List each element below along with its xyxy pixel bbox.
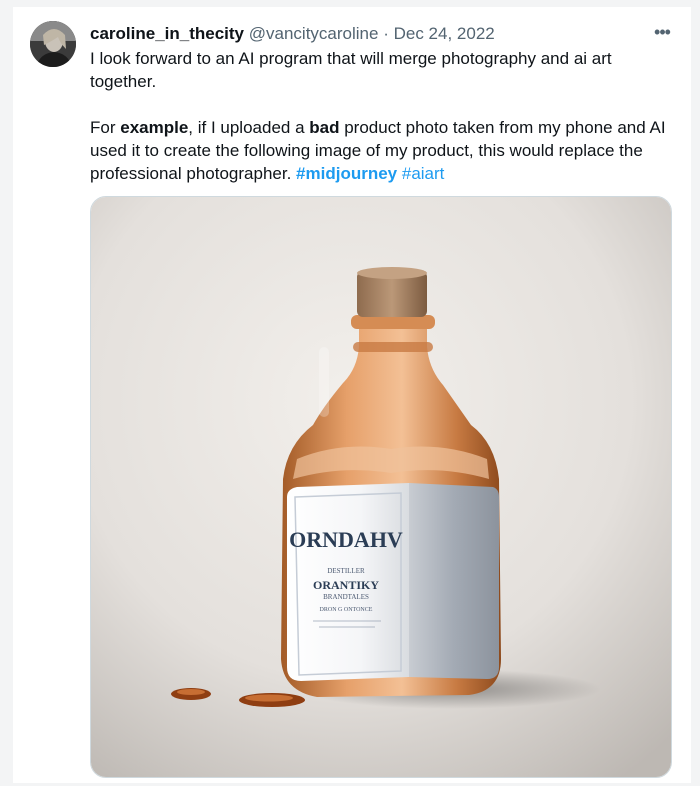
- label-line-3: BRANDTALES: [323, 593, 369, 601]
- tweet-paragraph-1: I look forward to an AI program that wil…: [90, 49, 612, 91]
- bold-example: example: [120, 118, 189, 137]
- product-photo: ORNDAHV DESTILLER ORANTIKY BRANDTALES DR…: [91, 197, 671, 777]
- tweet-paragraph-2: For example, if I uploaded a bad product…: [90, 116, 670, 185]
- avatar[interactable]: [30, 21, 76, 67]
- label-brand: ORNDAHV: [289, 527, 403, 552]
- tweet-text: I look forward to an AI program that wil…: [90, 47, 670, 185]
- text-segment: For: [90, 118, 121, 137]
- bold-bad: bad: [309, 118, 340, 137]
- user-handle[interactable]: @vancitycaroline: [249, 24, 379, 43]
- label-line-1: DESTILLER: [327, 567, 365, 575]
- text-segment: , if I uploaded a: [188, 118, 310, 137]
- display-name[interactable]: caroline_in_thecity: [90, 24, 244, 43]
- avatar-image: [30, 21, 76, 67]
- hashtag-midjourney[interactable]: #midjourney: [296, 164, 397, 183]
- tweet-media-image[interactable]: ORNDAHV DESTILLER ORANTIKY BRANDTALES DR…: [90, 196, 672, 778]
- more-options-icon[interactable]: •••: [651, 21, 673, 43]
- hashtag-aiart[interactable]: #aiart: [402, 164, 445, 183]
- tweet-date[interactable]: Dec 24, 2022: [394, 24, 495, 43]
- separator: ·: [383, 24, 389, 43]
- label-line-2: ORANTIKY: [313, 578, 379, 592]
- label-line-4: DRON G ONTONCE: [320, 607, 373, 613]
- tweet-header: caroline_in_thecity @vancitycaroline · D…: [90, 23, 675, 45]
- tweet-card[interactable]: caroline_in_thecity @vancitycaroline · D…: [13, 7, 691, 783]
